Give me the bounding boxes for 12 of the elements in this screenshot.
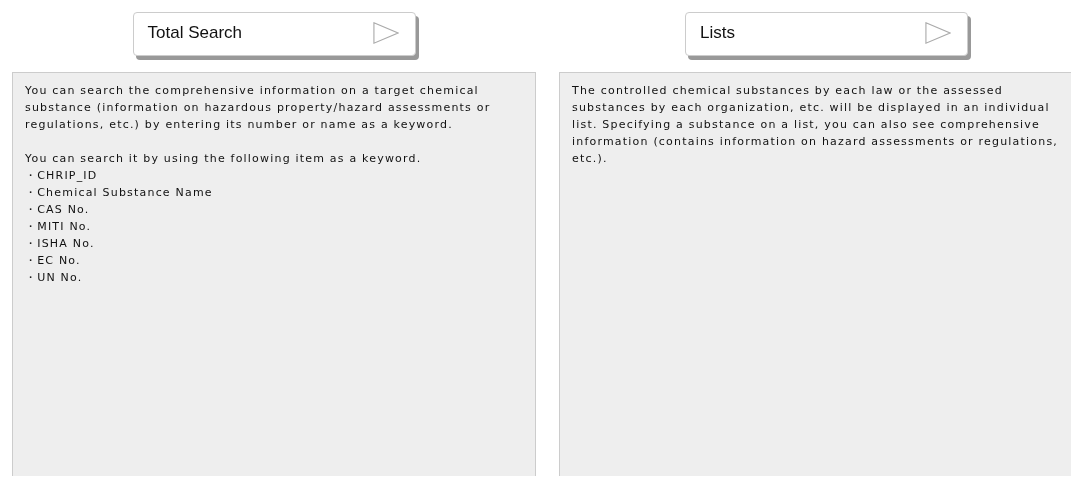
- description-text: The controlled chemical substances by each law or the assessed substances by each organization, etc. will be displayed in an individual list. Specifying a substance on a list, you can also see comprehensive information (contains information on hazard assessments or regulations, etc.).: [572, 83, 1060, 167]
- triangle-arrow-icon: [925, 21, 951, 45]
- keyword-item: ・UN No.: [25, 270, 84, 286]
- keyword-item: ・EC No.: [25, 253, 82, 269]
- triangle-arrow-icon: [372, 21, 399, 45]
- keyword-item: ・ISHA No.: [25, 236, 96, 252]
- keyword-item: ・MITI No.: [25, 219, 93, 235]
- keyword-item: ・Chemical Substance Name: [25, 185, 214, 201]
- description-text: You can search it by using the following item as a keyword.: [25, 151, 423, 167]
- description-text: You can search the comprehensive information on a target chemical substance (information on hazardous property/hazard assessments or regulations, etc.) by entering its number or name as a keyword.: [25, 83, 492, 133]
- keyword-item: ・CHRIP_ID: [25, 168, 99, 184]
- keyword-item: ・CAS No.: [25, 202, 91, 218]
